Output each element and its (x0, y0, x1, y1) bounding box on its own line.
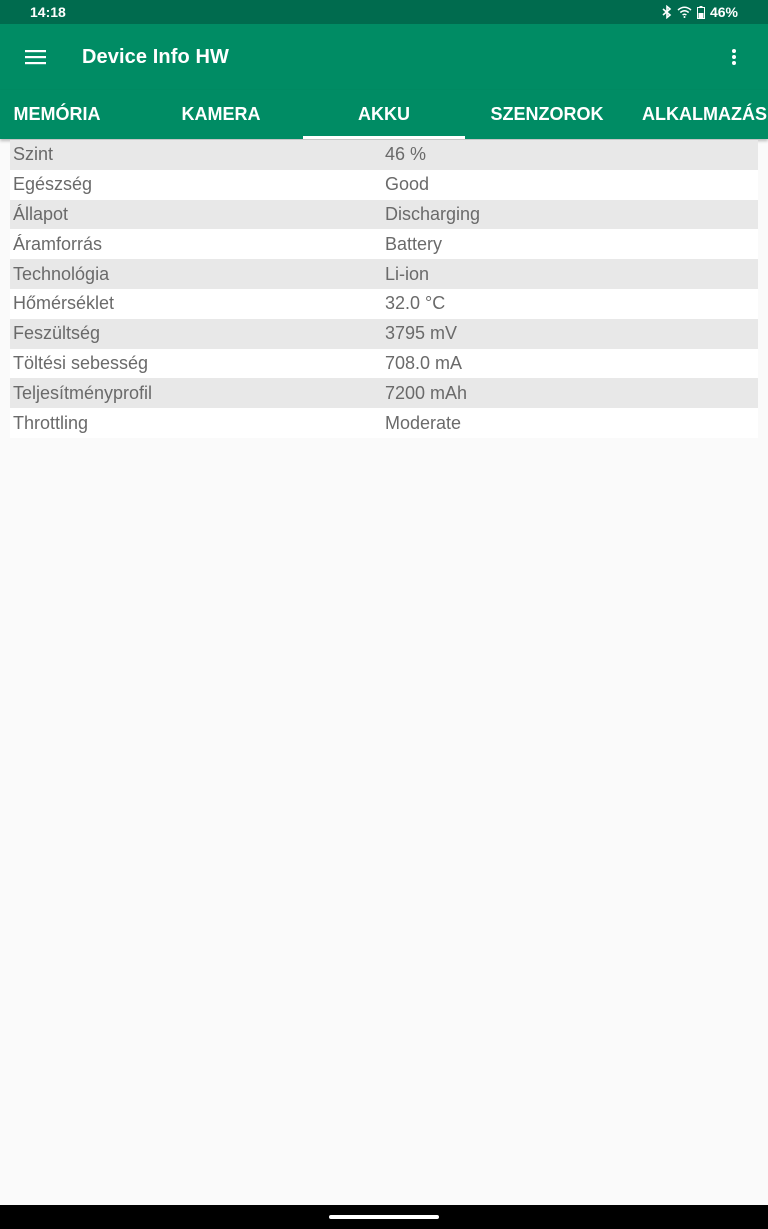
table-row: Technológia Li-ion (10, 259, 758, 289)
row-label: Egészség (13, 174, 93, 195)
status-icons: 46% (662, 4, 738, 20)
tab-akku[interactable]: AKKU (303, 90, 465, 139)
app-title: Device Info HW (82, 46, 229, 68)
row-label: Hőmérséklet (13, 293, 115, 314)
tab-bar: MEMÓRIA KAMERA AKKU SZENZOROK ALKALMAZÁS (0, 90, 768, 139)
row-label: Technológia (13, 263, 110, 284)
app-bar: Device Info HW (0, 24, 768, 90)
navigation-bar (0, 1205, 768, 1229)
row-value: 708.0 mA (385, 352, 463, 373)
table-row: Állapot Discharging (10, 199, 758, 230)
tab-szenzorok[interactable]: SZENZOROK (466, 90, 628, 139)
row-label: Állapot (13, 203, 69, 224)
hamburger-menu-icon[interactable] (16, 37, 56, 77)
row-label: Szint (13, 144, 54, 165)
table-row: Feszültség 3795 mV (10, 318, 758, 349)
row-value: 3795 mV (385, 323, 458, 344)
row-value: Discharging (385, 203, 481, 224)
wifi-icon (677, 6, 692, 18)
row-value: 7200 mAh (385, 382, 468, 403)
table-row: Hőmérséklet 32.0 °C (10, 288, 758, 319)
row-value: 46 % (385, 144, 427, 165)
row-value: Battery (385, 233, 443, 254)
table-row: Szint 46 % (10, 140, 758, 170)
more-vert-icon[interactable] (714, 37, 754, 77)
row-label: Töltési sebesség (13, 352, 149, 373)
status-time: 14:18 (30, 4, 66, 20)
row-value: Moderate (385, 412, 462, 433)
row-label: Áramforrás (13, 233, 103, 254)
bluetooth-icon (662, 5, 672, 19)
row-label: Throttling (13, 412, 89, 433)
battery-icon (696, 5, 705, 19)
tab-memoria[interactable]: MEMÓRIA (0, 90, 114, 139)
table-row: Egészség Good (10, 169, 758, 200)
tab-alkalmazas[interactable]: ALKALMAZÁS (642, 90, 768, 139)
table-row: Töltési sebesség 708.0 mA (10, 348, 758, 379)
row-value: Li-ion (385, 263, 430, 284)
table-row: Áramforrás Battery (10, 229, 758, 260)
row-label: Feszültség (13, 323, 101, 344)
home-gesture-handle[interactable] (329, 1215, 439, 1219)
row-value: 32.0 °C (385, 293, 446, 314)
table-row: Throttling Moderate (10, 408, 758, 438)
battery-percent: 46% (709, 4, 738, 20)
battery-info-table: Szint 46 % Egészség Good Állapot Dischar… (10, 140, 758, 438)
tab-kamera[interactable]: KAMERA (140, 90, 302, 139)
row-value: Good (385, 174, 430, 195)
table-row: Teljesítményprofil 7200 mAh (10, 378, 758, 409)
row-label: Teljesítményprofil (13, 382, 153, 403)
status-bar: 14:18 46% (0, 0, 768, 24)
